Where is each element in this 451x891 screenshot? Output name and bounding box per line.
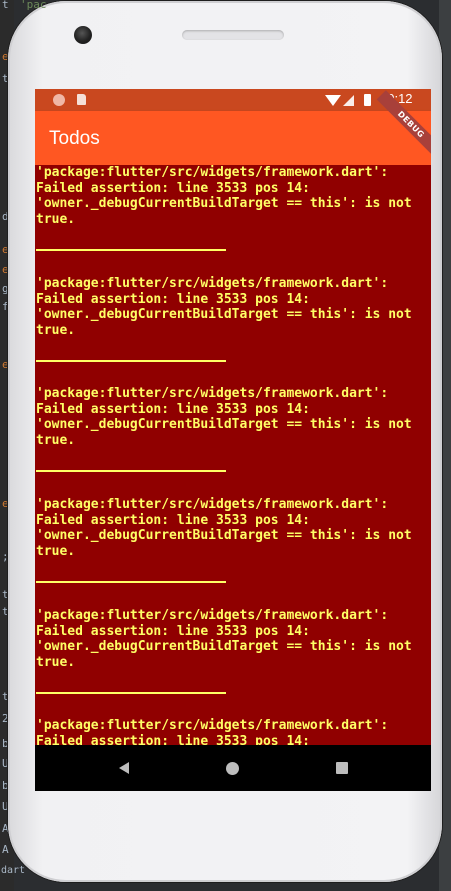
front-camera-icon: [74, 26, 92, 44]
error-screen: 'package:flutter/src/widgets/framework.d…: [35, 165, 431, 745]
device-screen: 10:12 Todos DEBUG 'package:flutter/src/w…: [35, 89, 431, 791]
battery-icon: [364, 94, 371, 106]
sd-card-icon: [77, 94, 86, 105]
page-title: Todos: [49, 128, 100, 149]
ide-code-fragment: 'pac: [20, 0, 47, 11]
error-message-block: 'package:flutter/src/widgets/framework.d…: [36, 276, 431, 338]
home-icon[interactable]: [226, 762, 239, 775]
error-message-block: 'package:flutter/src/widgets/framework.d…: [36, 165, 431, 227]
signal-icon: [343, 95, 354, 106]
phone-emulator-frame: 'pac 10:12 Todos DEBUG 'package:flutter/…: [8, 0, 442, 882]
earpiece-speaker: [182, 30, 284, 40]
wifi-icon: [325, 95, 341, 106]
app-bar: Todos DEBUG: [35, 90, 431, 165]
error-message-text: 'package:flutter/src/widgets/framework.d…: [36, 718, 389, 745]
error-message-text: 'package:flutter/src/widgets/framework.d…: [36, 165, 412, 227]
error-divider: [36, 249, 226, 251]
error-divider: [36, 581, 226, 583]
error-message-text: 'package:flutter/src/widgets/framework.d…: [36, 386, 412, 448]
ide-code-fragment: A: [2, 843, 9, 856]
navigation-bar: [35, 745, 431, 791]
error-message-block: 'package:flutter/src/widgets/framework.d…: [36, 497, 431, 559]
error-message-block: 'package:flutter/src/widgets/framework.d…: [36, 608, 431, 670]
error-divider: [36, 692, 226, 694]
error-divider: [36, 470, 226, 472]
error-message-text: 'package:flutter/src/widgets/framework.d…: [36, 608, 412, 670]
error-message-block: 'package:flutter/src/widgets/framework.d…: [36, 386, 431, 448]
notification-circle-icon: [53, 94, 65, 106]
error-divider: [36, 360, 226, 362]
recents-icon[interactable]: [336, 762, 348, 774]
error-message-text: 'package:flutter/src/widgets/framework.d…: [36, 497, 412, 559]
ide-code-fragment: dart: [1, 865, 26, 876]
status-bar: 10:12: [35, 89, 431, 111]
back-icon[interactable]: [119, 762, 129, 774]
error-message-block: 'package:flutter/src/widgets/framework.d…: [36, 718, 431, 745]
error-message-text: 'package:flutter/src/widgets/framework.d…: [36, 276, 412, 338]
ide-code-fragment: t: [2, 0, 9, 11]
